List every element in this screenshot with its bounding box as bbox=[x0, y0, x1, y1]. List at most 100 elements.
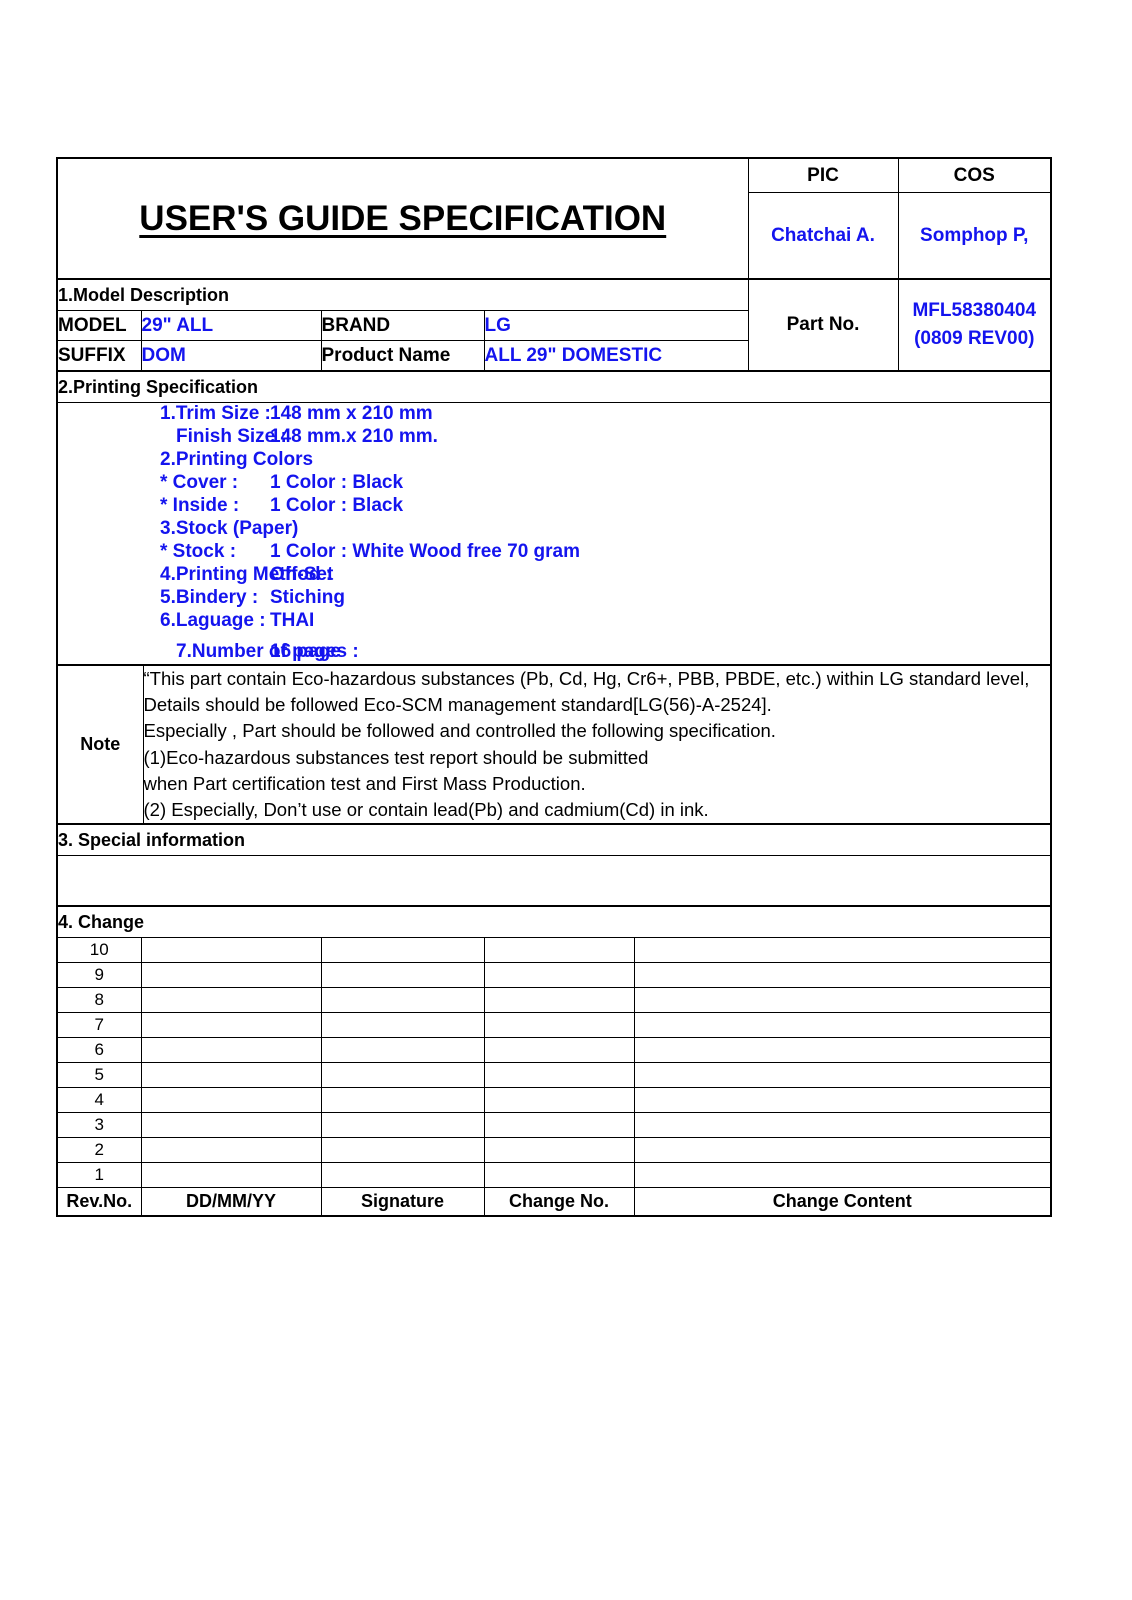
change-content[interactable] bbox=[633, 1162, 1050, 1189]
change-table: 4. Change 10 9 8 7 6 5 4 3 2 1 Rev.No. DD/MM/YY S… bbox=[58, 906, 1050, 1216]
change-content[interactable] bbox=[633, 987, 1050, 1014]
spec-key: 6.Laguage : bbox=[160, 609, 266, 631]
change-no[interactable] bbox=[483, 1012, 635, 1039]
printing-specification-body: 1.Trim Size :148 mm x 210 mm Finish Size … bbox=[58, 402, 1050, 665]
table-row: 4 bbox=[58, 1087, 1050, 1114]
change-signature[interactable] bbox=[320, 1012, 485, 1039]
change-date[interactable] bbox=[140, 1012, 322, 1039]
change-no[interactable] bbox=[483, 1162, 635, 1189]
suffix-value: DOM bbox=[140, 340, 322, 371]
note-line: when Part certification test and First M… bbox=[143, 772, 586, 794]
model-description-table: 1.Model Description Part No. MFL58380404… bbox=[58, 279, 1051, 371]
note-body: “This part contain Eco-hazardous substan… bbox=[142, 664, 1051, 825]
table-row: 3 bbox=[58, 1112, 1050, 1139]
change-date[interactable] bbox=[140, 1162, 322, 1189]
change-date[interactable] bbox=[140, 1087, 322, 1114]
change-no[interactable] bbox=[483, 937, 635, 964]
printing-specification-rows: 1.Trim Size :148 mm x 210 mm Finish Size … bbox=[58, 403, 1050, 664]
change-no[interactable] bbox=[483, 1062, 635, 1089]
change-signature[interactable] bbox=[320, 1062, 485, 1089]
change-signature[interactable] bbox=[320, 1037, 485, 1064]
change-no[interactable] bbox=[483, 987, 635, 1014]
change-rev-no: 2 bbox=[58, 1137, 142, 1164]
change-date[interactable] bbox=[140, 1137, 322, 1164]
spec-value: 1 Color : White Wood free 70 gram bbox=[270, 540, 581, 562]
change-content[interactable] bbox=[633, 1037, 1050, 1064]
note-line: (1)Eco-hazardous substances test report … bbox=[143, 746, 649, 768]
change-rows: 10 9 8 7 6 5 4 3 2 1 bbox=[58, 937, 1050, 1189]
change-content[interactable] bbox=[633, 1087, 1050, 1114]
special-information-table: 3. Special information bbox=[58, 824, 1050, 907]
spec-value: Off-Set bbox=[270, 563, 334, 585]
brand-label: BRAND bbox=[320, 310, 485, 341]
change-no[interactable] bbox=[483, 962, 635, 989]
table-row: 7 bbox=[58, 1012, 1050, 1039]
change-no[interactable] bbox=[483, 1037, 635, 1064]
change-rev-no: 1 bbox=[58, 1162, 142, 1189]
table-row: 9 bbox=[58, 962, 1050, 989]
part-no-value: MFL58380404 (0809 REV00) bbox=[897, 279, 1051, 371]
special-information-heading: 3. Special information bbox=[58, 824, 1050, 857]
spec-row: 3.Stock (Paper) bbox=[58, 518, 1050, 541]
cos-name: Somphop P, bbox=[897, 192, 1050, 279]
change-content[interactable] bbox=[633, 937, 1050, 964]
change-content[interactable] bbox=[633, 962, 1050, 989]
special-information-content[interactable] bbox=[58, 855, 1050, 907]
change-date[interactable] bbox=[140, 962, 322, 989]
note-line: “This part contain Eco-hazardous substan… bbox=[143, 667, 1030, 689]
table-row: 6 bbox=[58, 1037, 1050, 1064]
change-signature[interactable] bbox=[320, 937, 485, 964]
change-heading: 4. Change bbox=[58, 906, 1050, 939]
note-label: Note bbox=[58, 664, 144, 825]
footer-rev-no: Rev.No. bbox=[58, 1187, 142, 1216]
change-date[interactable] bbox=[140, 987, 322, 1014]
spec-row: 1.Trim Size :148 mm x 210 mm bbox=[58, 403, 1050, 426]
part-no-revision: (0809 REV00) bbox=[914, 328, 1035, 349]
change-signature[interactable] bbox=[320, 1137, 485, 1164]
change-no[interactable] bbox=[483, 1087, 635, 1114]
change-no[interactable] bbox=[483, 1112, 635, 1139]
change-content[interactable] bbox=[633, 1112, 1050, 1139]
note-lines: “This part contain Eco-hazardous substan… bbox=[144, 666, 1051, 824]
printing-specification-table: 2.Printing Specification 1.Trim Size :14… bbox=[58, 371, 1050, 665]
spec-value: 16 page bbox=[270, 640, 341, 662]
change-signature[interactable] bbox=[320, 1162, 485, 1189]
footer-date: DD/MM/YY bbox=[140, 1187, 322, 1216]
spec-key: 1.Trim Size : bbox=[160, 403, 271, 424]
spec-value: Stiching bbox=[270, 586, 345, 608]
table-row: 5 bbox=[58, 1062, 1050, 1089]
footer-signature: Signature bbox=[320, 1187, 485, 1216]
change-rev-no: 6 bbox=[58, 1037, 142, 1064]
header-table: USER'S GUIDE SPECIFICATION PIC COS Chatc… bbox=[58, 159, 1050, 279]
spec-row: 4.Printing Method : Off-Set bbox=[58, 564, 1050, 587]
spec-row: 7.Number of pages :16 page bbox=[58, 641, 1050, 664]
change-rev-no: 7 bbox=[58, 1012, 142, 1039]
change-signature[interactable] bbox=[320, 1112, 485, 1139]
brand-value: LG bbox=[483, 310, 749, 341]
change-signature[interactable] bbox=[320, 1087, 485, 1114]
spec-value: 148 mm.x 210 mm. bbox=[270, 425, 438, 447]
spec-row: * Cover : 1 Color : Black bbox=[58, 472, 1050, 495]
spec-row: * Stock : 1 Color : White Wood free 70 gr… bbox=[58, 541, 1050, 564]
change-no[interactable] bbox=[483, 1137, 635, 1164]
change-date[interactable] bbox=[140, 1112, 322, 1139]
change-signature[interactable] bbox=[320, 987, 485, 1014]
change-date[interactable] bbox=[140, 1062, 322, 1089]
change-date[interactable] bbox=[140, 937, 322, 964]
spec-key: 5.Bindery : bbox=[160, 586, 259, 608]
change-content[interactable] bbox=[633, 1062, 1050, 1089]
change-signature[interactable] bbox=[320, 962, 485, 989]
change-content[interactable] bbox=[633, 1012, 1050, 1039]
spec-row: 5.Bindery : Stiching bbox=[58, 587, 1050, 610]
table-row: 1 bbox=[58, 1162, 1050, 1189]
spec-key: 7.Number of pages : bbox=[176, 640, 359, 662]
spec-key: 2.Printing Colors bbox=[160, 448, 314, 470]
table-row: 10 bbox=[58, 937, 1050, 964]
spec-value: 1 Color : Black bbox=[270, 471, 404, 493]
note-line: Details should be followed Eco-SCM manag… bbox=[143, 694, 772, 716]
table-row: 8 bbox=[58, 987, 1050, 1014]
specification-sheet: USER'S GUIDE SPECIFICATION PIC COS Chatc… bbox=[56, 157, 1052, 1218]
change-date[interactable] bbox=[140, 1037, 322, 1064]
spec-key: 4.Printing Method : bbox=[160, 563, 333, 585]
change-content[interactable] bbox=[633, 1137, 1050, 1164]
